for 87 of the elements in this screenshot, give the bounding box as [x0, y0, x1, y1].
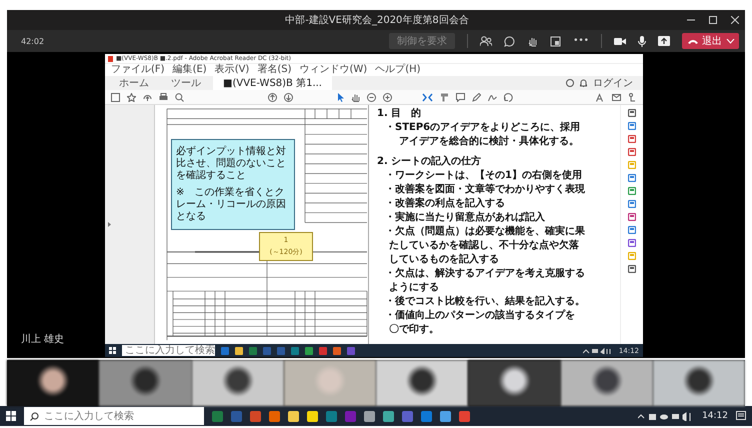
tray-icons-icon[interactable] [582, 348, 613, 354]
document-text-line: アイデアを総合的に検討・具体化する。 [398, 135, 580, 149]
app-icon[interactable] [383, 410, 394, 422]
share-screen-icon[interactable] [658, 36, 670, 46]
leave-button[interactable]: 退出 [682, 33, 739, 49]
app-icon[interactable] [364, 410, 375, 422]
phone-icon [688, 38, 698, 44]
document-text-line: ・実施に当たり留意点があれば記入 [384, 211, 546, 225]
menu-item[interactable]: 署名(S) [257, 64, 292, 76]
zoom-out-icon[interactable] [366, 92, 376, 102]
close-icon[interactable] [731, 16, 739, 24]
fill-sign-icon[interactable] [596, 92, 605, 102]
document-text-line: たしているかを確認し、不十分な点や欠落 [388, 239, 580, 253]
page-up-icon[interactable] [268, 92, 276, 102]
note-text: 必ずインプット情報と対比させ、問題のないことを確認すること [176, 146, 287, 182]
search-icon[interactable] [175, 92, 184, 102]
save-icon[interactable] [111, 92, 120, 102]
tool-icon[interactable] [628, 239, 636, 247]
section-heading: 1. 目 的 [376, 107, 422, 121]
section-heading: 2. シートの記入の仕方 [376, 155, 482, 169]
sign-in-link[interactable]: ログイン [593, 76, 633, 90]
document-text-line: ・改善案の利点を記入する [384, 197, 506, 211]
notifications-icon[interactable] [736, 411, 746, 421]
page-down-icon[interactable] [284, 92, 292, 102]
document-text-line: ・ワークシートは、【その1】の右側を使用 [384, 169, 583, 183]
tool-icon[interactable] [628, 174, 636, 182]
bell-icon[interactable] [580, 79, 587, 87]
document-tab[interactable]: ホーム [109, 76, 159, 90]
expand-panel-icon[interactable] [108, 222, 111, 227]
tool-icon[interactable] [628, 122, 636, 130]
clock-time: 14:12 [702, 411, 728, 421]
start-icon[interactable] [6, 411, 16, 421]
tool-icon[interactable] [628, 200, 636, 208]
tool-icon[interactable] [628, 109, 636, 117]
document-text-line: ・改善案を図面・文章等でわかりやすく表現 [384, 183, 586, 197]
menu-item[interactable]: ウィンドウ(W) [300, 64, 368, 76]
tool-icon[interactable] [628, 148, 636, 156]
document-text-line: ・STEP6のアイデアをよりどころに、採用 [384, 121, 582, 135]
print-icon[interactable] [159, 92, 168, 102]
zoom-in-icon[interactable] [382, 92, 392, 102]
caret-icon [726, 38, 735, 44]
app-icon[interactable] [269, 410, 280, 422]
document-text-line: ・価値向上のパターンの該当するタイプを [384, 309, 576, 323]
app-icon[interactable] [288, 410, 299, 422]
app-icon[interactable] [440, 410, 451, 422]
meeting-timer: 42:02 [21, 36, 44, 46]
star-icon[interactable] [127, 92, 136, 102]
chat-icon[interactable] [504, 36, 516, 46]
camera-icon[interactable] [614, 36, 626, 46]
app-icon[interactable] [307, 410, 318, 422]
warning-text: ※ この作業を省くとクレーム・リコールの原因となる [176, 187, 287, 223]
document-text-line: ・欠点（問題点）は必要な機能を、確実に果 [384, 225, 586, 239]
pdf-app-icon [108, 56, 113, 62]
tool-icon[interactable] [628, 187, 636, 195]
document-tab[interactable]: ■(VVE-WS8)B 第1... [213, 76, 332, 90]
tool-icon[interactable] [628, 265, 636, 273]
tool-icon[interactable] [628, 213, 636, 221]
menu-item[interactable]: ヘルプ(H) [375, 64, 421, 76]
search-field[interactable]: ここに入力して検索 [24, 407, 204, 425]
menu-item[interactable]: 編集(E) [172, 64, 207, 76]
document-tab[interactable]: ツール [161, 76, 211, 90]
people-icon[interactable] [480, 36, 492, 46]
document-text-line: 〇で印す。 [388, 323, 440, 337]
mail-icon[interactable] [612, 92, 621, 102]
hand-icon[interactable] [350, 92, 360, 102]
upload-icon[interactable] [143, 92, 152, 102]
presenter-name: 川上 雄史 [21, 332, 66, 346]
fit-page-icon[interactable] [422, 92, 432, 102]
document-text-line: しているものを記入する [388, 253, 500, 267]
menu-item[interactable]: 表示(V) [214, 64, 250, 76]
search-field[interactable]: ここに入力して検索 [122, 345, 215, 356]
menu-item[interactable]: ファイル(F) [111, 64, 165, 76]
pen-icon[interactable] [472, 92, 480, 102]
signature-icon[interactable] [488, 92, 496, 102]
maximize-icon[interactable] [709, 16, 717, 24]
tool-icon[interactable] [628, 226, 636, 234]
document-text-line: ようにする [388, 281, 440, 295]
tool-icon[interactable] [628, 135, 636, 143]
microphone-icon[interactable] [638, 36, 646, 46]
window-title: 中部-建設VE研究会_2020年度第8回会合 [284, 14, 470, 27]
start-icon[interactable] [109, 347, 116, 354]
more-options-button[interactable]: ••• [573, 33, 589, 49]
document-text-line: ・欠点は、解決するアイデアを考え克服する [384, 267, 586, 281]
search-icon [30, 412, 39, 421]
comment-icon[interactable] [456, 92, 464, 102]
document-text-line: ・後でコスト比較を行い、結果を記入する。 [384, 295, 586, 309]
cursor-icon[interactable] [336, 92, 344, 102]
